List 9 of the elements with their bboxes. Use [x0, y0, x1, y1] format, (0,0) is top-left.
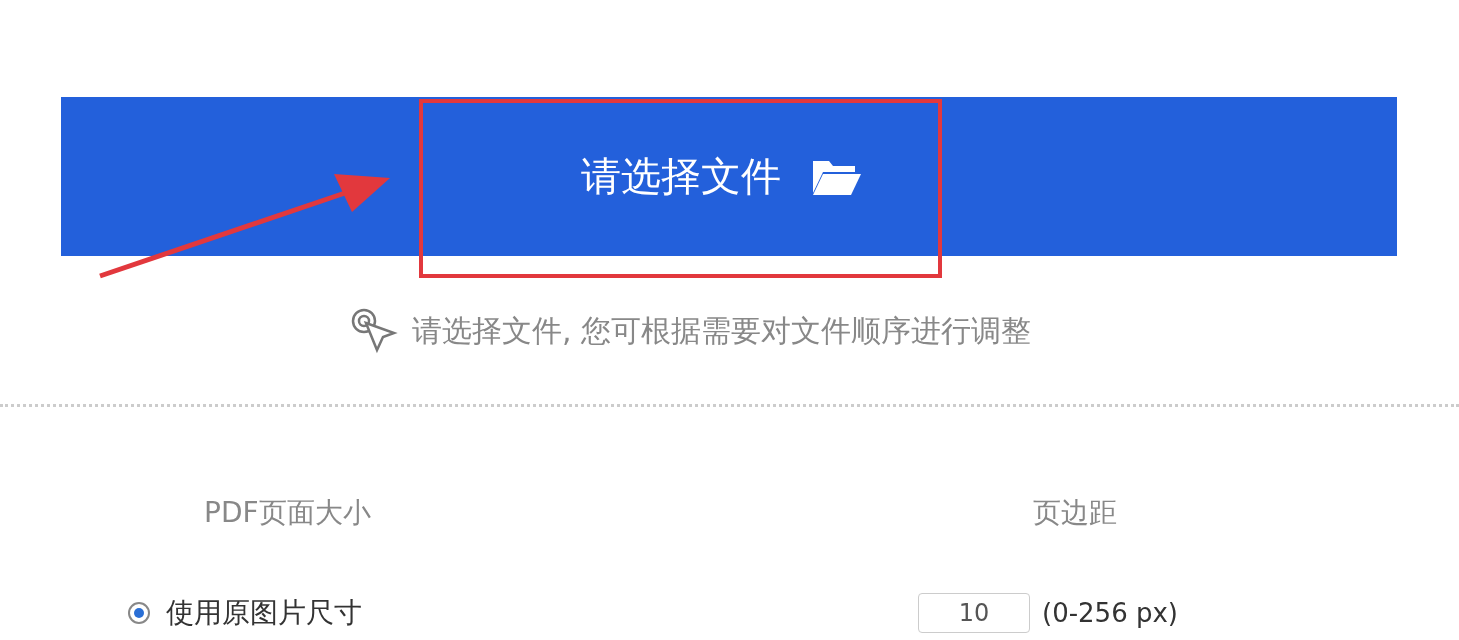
hint-text: 请选择文件, 您可根据需要对文件顺序进行调整: [412, 311, 1032, 350]
range-text: (0-256 px): [1042, 598, 1178, 628]
pointer-icon: [350, 307, 398, 355]
page-size-label: PDF页面大小: [204, 495, 371, 531]
margin-label: 页边距: [1032, 495, 1117, 531]
radio-button[interactable]: [128, 602, 150, 624]
select-file-button[interactable]: 请选择文件: [61, 97, 1397, 256]
margin-field[interactable]: 10: [918, 593, 1030, 633]
radio-label: 使用原图片尺寸: [166, 595, 362, 631]
